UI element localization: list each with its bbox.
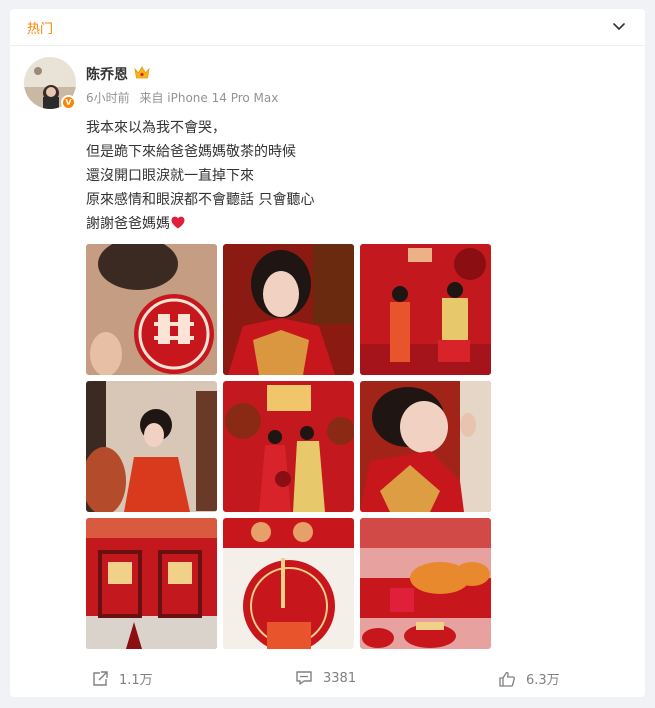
verified-badge-text: V <box>65 98 72 107</box>
action-bar: 1.1万 3381 6.3万 <box>10 659 645 697</box>
comment-icon <box>296 671 312 685</box>
card-header: 热门 <box>10 9 645 46</box>
post-image-1[interactable] <box>86 244 217 375</box>
post-line: 還沒開口眼淚就一直掉下來 <box>86 168 254 184</box>
like-count: 6.3万 <box>526 673 560 688</box>
repost-count: 1.1万 <box>119 673 153 688</box>
post-image-3[interactable] <box>360 244 491 375</box>
post-line-last: 謝謝爸爸媽媽 <box>86 212 314 236</box>
post-image-9[interactable] <box>360 518 491 649</box>
image-grid <box>86 244 491 650</box>
post-text: 我本來以為我不會哭， 但是跪下來給爸爸媽媽敬茶的時候 還沒開口眼淚就一直掉下來 … <box>86 116 314 236</box>
verified-badge: V <box>61 95 76 110</box>
crown-icon <box>134 66 150 79</box>
heart-icon <box>171 216 185 229</box>
post-line: 我本來以為我不會哭， <box>86 120 226 136</box>
like-button[interactable]: 6.3万 <box>498 669 560 688</box>
author-name[interactable]: 陈乔恩 <box>86 64 128 84</box>
post-time[interactable]: 6小时前 <box>86 91 130 105</box>
post-line: 但是跪下來給爸爸媽媽敬茶的時候 <box>86 144 296 160</box>
post-image-6[interactable] <box>360 381 491 512</box>
post-source: 来自 iPhone 14 Pro Max <box>139 91 279 105</box>
comment-button[interactable]: 3381 <box>295 669 356 687</box>
post-image-8[interactable] <box>223 518 354 649</box>
post-image-5[interactable] <box>223 381 354 512</box>
post-image-4[interactable] <box>86 381 217 512</box>
post-line: 原來感情和眼淚都不會聽話 只會聽心 <box>86 192 315 208</box>
post-meta: 6小时前 来自 iPhone 14 Pro Max <box>86 89 284 106</box>
thumbs-up-icon <box>499 671 515 687</box>
post-image-2[interactable] <box>223 244 354 375</box>
post-line: 謝謝爸爸媽媽 <box>86 216 170 232</box>
share-icon <box>93 670 108 686</box>
chevron-down-icon[interactable] <box>610 17 628 35</box>
repost-button[interactable]: 1.1万 <box>91 669 153 688</box>
post-image-7[interactable] <box>86 518 217 649</box>
comment-count: 3381 <box>323 670 357 686</box>
hot-tag[interactable]: 热门 <box>27 18 53 37</box>
feed-card: 热门 V 陈乔恩 6小时前 来自 iPhone 14 Pro Max 我本來以為… <box>10 9 645 697</box>
